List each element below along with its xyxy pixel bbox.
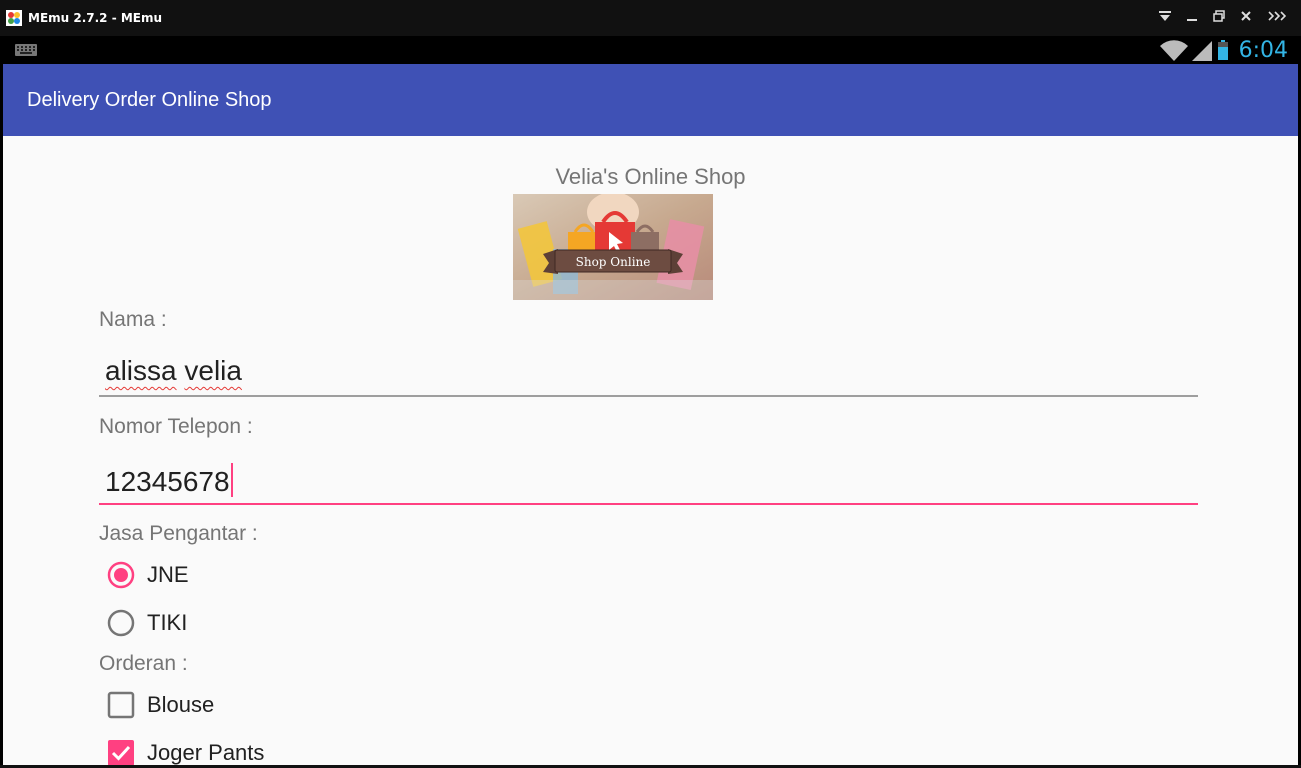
text-caret: [230, 463, 233, 497]
name-underline: [99, 395, 1198, 397]
radio-unchecked-icon: [107, 609, 135, 637]
app-title: Delivery Order Online Shop: [27, 89, 272, 111]
shop-title: Velia's Online Shop: [555, 164, 746, 189]
wifi-icon: [1160, 40, 1188, 61]
form-content: Velia's Online Shop Shop Online Nama : a…: [3, 136, 1298, 765]
name-value: alissa velia: [105, 355, 242, 387]
order-label: Orderan :: [99, 652, 188, 675]
radio-tiki-label: TIKI: [147, 610, 188, 635]
restore-icon[interactable]: [1208, 8, 1230, 28]
status-time: 6:04: [1238, 38, 1288, 63]
dropdown-icon[interactable]: [1154, 8, 1176, 28]
window-title: MEmu 2.7.2 - MEmu: [28, 11, 163, 25]
name-label: Nama :: [99, 308, 167, 331]
keyboard-icon: [15, 44, 37, 56]
minimize-icon[interactable]: [1181, 8, 1203, 28]
phone-underline: [99, 503, 1198, 505]
app-bar: Delivery Order Online Shop: [3, 64, 1298, 136]
phone-field[interactable]: 12345678: [99, 455, 1198, 505]
phone-label: Nomor Telepon :: [99, 415, 253, 438]
courier-label: Jasa Pengantar :: [99, 522, 258, 545]
checkbox-checked-icon: [108, 740, 134, 765]
name-field[interactable]: alissa velia: [99, 347, 1198, 397]
window-title-bar: MEmu 2.7.2 - MEmu: [0, 0, 1301, 36]
banner-text: Shop Online: [576, 255, 651, 269]
signal-icon: [1192, 41, 1212, 61]
checkbox-blouse-label: Blouse: [147, 692, 215, 717]
name-word-1: alissa: [105, 355, 177, 386]
memu-app-icon: [6, 10, 22, 26]
radio-checked-icon: [107, 561, 135, 589]
android-status-bar: 6:04: [3, 36, 1298, 64]
shop-online-banner: Shop Online: [513, 194, 713, 300]
radio-jne-label: JNE: [147, 562, 189, 587]
more-icon[interactable]: [1266, 8, 1288, 28]
phone-value: 12345678: [105, 466, 230, 497]
battery-icon: [1218, 40, 1228, 60]
name-word-2: velia: [184, 355, 242, 386]
close-icon[interactable]: [1235, 8, 1257, 28]
phone-value-wrap: 12345678: [105, 463, 233, 498]
checkbox-unchecked-icon: [107, 691, 135, 719]
checkbox-joger-pants-label: Joger Pants: [147, 740, 265, 765]
